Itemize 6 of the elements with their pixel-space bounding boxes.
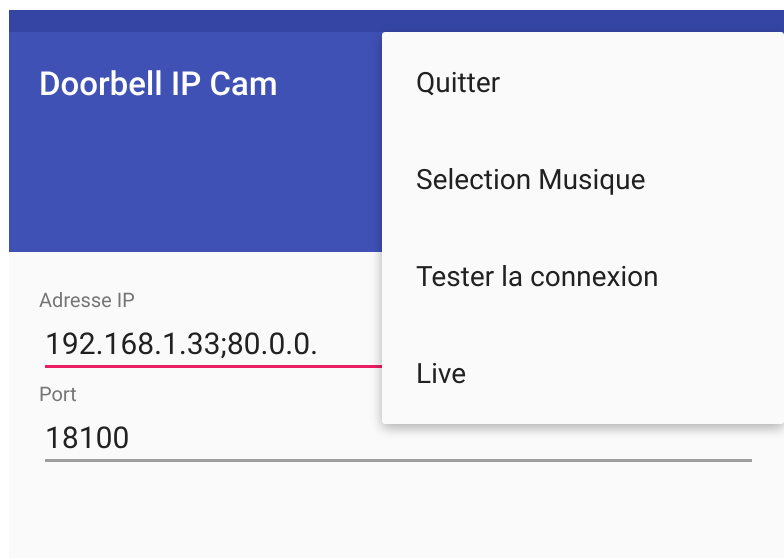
menu-item[interactable]: Quitter: [382, 34, 784, 131]
menu-item[interactable]: Tester la connexion: [382, 228, 784, 325]
field-label: Adresse IP: [39, 288, 136, 312]
menu-item[interactable]: Selection Musique: [382, 131, 784, 228]
field-label: Port: [39, 382, 78, 406]
app-title: Doorbell IP Cam: [39, 64, 278, 106]
